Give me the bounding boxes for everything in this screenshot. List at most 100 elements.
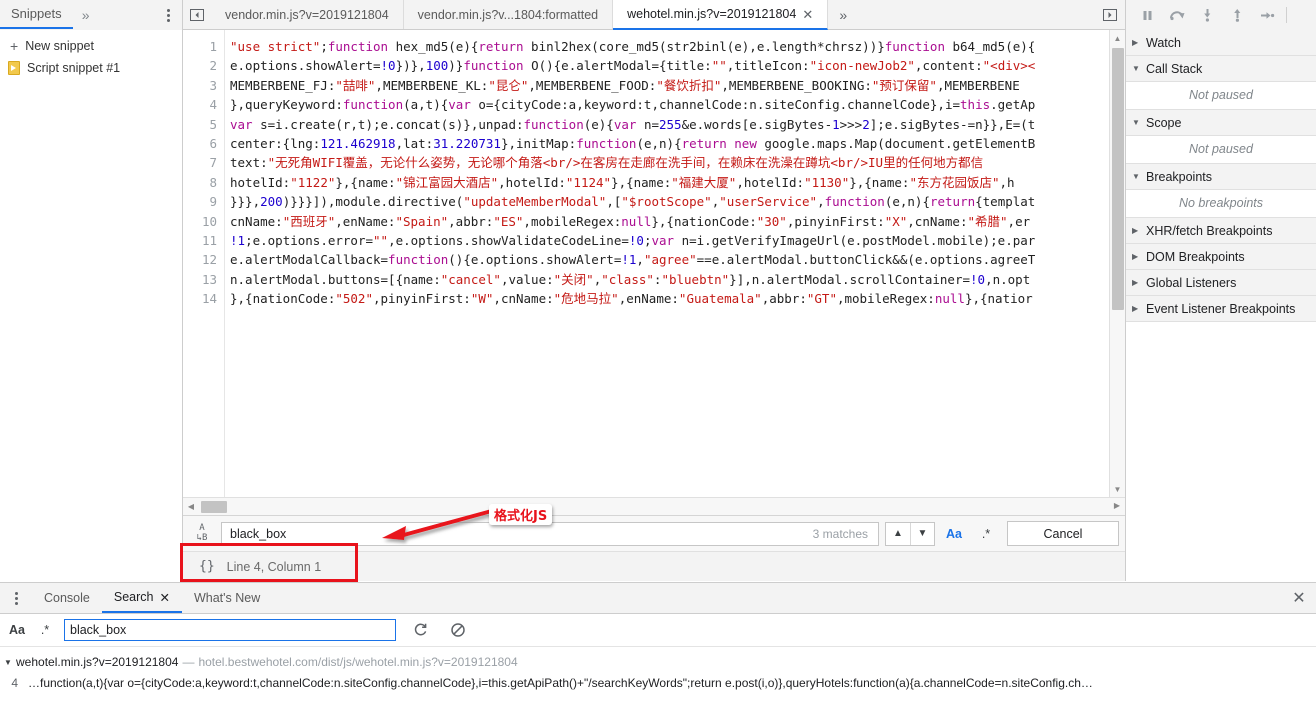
step-into-icon[interactable]: [1192, 2, 1222, 28]
line-number-1[interactable]: 1: [183, 37, 217, 56]
match-case-ab-icon: A ↳B: [196, 523, 208, 543]
section-xhr-breakpoints-label: XHR/fetch Breakpoints: [1146, 223, 1273, 238]
section-global-listeners[interactable]: ▶ Global Listeners: [1126, 270, 1316, 296]
line-number-11[interactable]: 11: [183, 231, 217, 250]
section-global-listeners-label: Global Listeners: [1146, 275, 1237, 290]
editor-horizontal-scrollbar[interactable]: ◀ ▶: [183, 497, 1125, 515]
line-number-5[interactable]: 5: [183, 115, 217, 134]
line-number-14[interactable]: 14: [183, 289, 217, 308]
section-breakpoints-label: Breakpoints: [1146, 169, 1213, 184]
source-tab-1[interactable]: vendor.min.js?v...1804:formatted: [403, 0, 614, 29]
section-event-listener-breakpoints-label: Event Listener Breakpoints: [1146, 301, 1296, 316]
code-line-9[interactable]: }}},200)}}}]),module.directive("updateMe…: [230, 192, 1125, 211]
chevron-down-icon: ▼: [1132, 64, 1140, 73]
section-breakpoints[interactable]: ▼ Breakpoints: [1126, 164, 1316, 190]
source-tabs-more-button[interactable]: »: [828, 0, 858, 29]
chevron-up-icon[interactable]: ▲: [886, 523, 910, 545]
code-line-5[interactable]: var s=i.create(r,t);e.concat(s)},unpad:f…: [230, 115, 1125, 134]
code-line-2[interactable]: e.options.showAlert=!0})},100)}function …: [230, 56, 1125, 75]
chevron-down-icon: ▼: [1132, 172, 1140, 181]
section-event-listener-breakpoints[interactable]: ▶ Event Listener Breakpoints: [1126, 296, 1316, 322]
source-tab-0[interactable]: vendor.min.js?v=2019121804: [211, 0, 404, 29]
section-xhr-breakpoints[interactable]: ▶ XHR/fetch Breakpoints: [1126, 218, 1316, 244]
line-number-3[interactable]: 3: [183, 76, 217, 95]
find-match-count: 3 matches: [812, 526, 868, 541]
toolbar-divider: [1286, 7, 1287, 23]
source-tab-2[interactable]: wehotel.min.js?v=2019121804 ✕: [613, 0, 829, 30]
section-call-stack-label: Call Stack: [1146, 61, 1203, 76]
code-line-7[interactable]: text:"无死角WIFI覆盖，无论什么姿势，无论哪个角落<br/>在客房在走廊…: [230, 153, 1125, 172]
line-number-8[interactable]: 8: [183, 173, 217, 192]
line-number-10[interactable]: 10: [183, 212, 217, 231]
scroll-left-icon[interactable]: ◀: [183, 502, 199, 511]
navigator-header: Snippets »: [0, 0, 183, 30]
find-bar: A ↳B black_box 3 matches ▲ ▼ Aa .* Cancel: [183, 515, 1125, 551]
navigator-menu-button[interactable]: [154, 0, 182, 30]
chevron-down-icon[interactable]: ▼: [910, 522, 934, 545]
line-number-2[interactable]: 2: [183, 56, 217, 75]
code-line-14[interactable]: },{nationCode:"502",pinyinFirst:"W",cnNa…: [230, 289, 1125, 308]
chevron-right-icon: ▶: [1132, 304, 1139, 313]
refresh-icon[interactable]: [406, 622, 434, 638]
chevron-down-icon[interactable]: ▼: [4, 658, 12, 667]
section-watch[interactable]: ▶ Watch: [1126, 30, 1316, 56]
pretty-print-button[interactable]: {}: [189, 559, 215, 574]
drawer-menu-button[interactable]: [0, 583, 32, 613]
line-number-6[interactable]: 6: [183, 134, 217, 153]
scroll-right-icon[interactable]: ▶: [1109, 501, 1125, 510]
close-icon[interactable]: ✕: [159, 590, 169, 605]
find-cancel-button[interactable]: Cancel: [1007, 521, 1119, 546]
code-line-3[interactable]: MEMBERBENE_FJ:"喆啡",MEMBERBENE_KL:"昆仑",ME…: [230, 76, 1125, 95]
search-input[interactable]: black_box: [64, 619, 396, 641]
breakpoints-empty-message: No breakpoints: [1126, 190, 1316, 218]
step-icon[interactable]: [1252, 2, 1282, 28]
close-icon[interactable]: ✕: [802, 8, 813, 21]
code-content[interactable]: "use strict";function hex_md5(e){return …: [225, 30, 1125, 497]
line-number-4[interactable]: 4: [183, 95, 217, 114]
line-number-13[interactable]: 13: [183, 270, 217, 289]
snippet-file-icon: [8, 61, 20, 75]
code-line-1[interactable]: "use strict";function hex_md5(e){return …: [230, 37, 1125, 56]
find-regex-toggle[interactable]: .*: [973, 527, 999, 541]
show-debugger-icon[interactable]: [1095, 0, 1125, 29]
code-line-10[interactable]: cnName:"西班牙",enName:"Spain",abbr:"ES",mo…: [230, 212, 1125, 231]
search-regex-toggle[interactable]: .*: [36, 623, 54, 637]
tab-snippets[interactable]: Snippets: [0, 0, 73, 29]
drawer-close-button[interactable]: ✕: [1282, 583, 1316, 613]
scroll-down-icon[interactable]: ▼: [1110, 481, 1125, 497]
drawer-tab-console[interactable]: Console: [32, 583, 102, 613]
search-result-file[interactable]: ▼ wehotel.min.js?v=2019121804 — hotel.be…: [0, 652, 1316, 672]
step-over-icon[interactable]: [1162, 2, 1192, 28]
new-snippet-button[interactable]: + New snippet: [0, 35, 182, 57]
horizontal-scroll-thumb[interactable]: [201, 500, 227, 513]
line-number-12[interactable]: 12: [183, 250, 217, 269]
editor-vertical-scrollbar[interactable]: ▲ ▼: [1109, 30, 1125, 497]
code-line-12[interactable]: e.alertModalCallback=function(){e.option…: [230, 250, 1125, 269]
pause-icon[interactable]: [1132, 2, 1162, 28]
section-dom-breakpoints[interactable]: ▶ DOM Breakpoints: [1126, 244, 1316, 270]
find-match-case-toggle[interactable]: Aa: [941, 527, 967, 541]
search-match-case-toggle[interactable]: Aa: [8, 623, 26, 637]
vertical-scroll-thumb[interactable]: [1112, 48, 1124, 310]
code-line-8[interactable]: hotelId:"1122"},{name:"锦江富园大酒店",hotelId:…: [230, 173, 1125, 192]
section-scope[interactable]: ▼ Scope: [1126, 110, 1316, 136]
snippet-item-0[interactable]: Script snippet #1: [0, 57, 182, 79]
code-line-6[interactable]: center:{lng:121.462918,lat:31.220731},in…: [230, 134, 1125, 153]
line-number-9[interactable]: 9: [183, 192, 217, 211]
code-line-13[interactable]: n.alertModal.buttons=[{name:"cancel",val…: [230, 270, 1125, 289]
show-navigator-icon[interactable]: [183, 0, 211, 29]
drawer-tab-whats-new[interactable]: What's New: [182, 583, 272, 613]
line-number-7[interactable]: 7: [183, 153, 217, 172]
search-result-match[interactable]: 4 …function(a,t){var o={cityCode:a,keywo…: [0, 672, 1316, 693]
section-call-stack[interactable]: ▼ Call Stack: [1126, 56, 1316, 82]
drawer-tab-search[interactable]: Search ✕: [101, 583, 182, 613]
code-line-11[interactable]: !1;e.options.error="",e.options.showVali…: [230, 231, 1125, 250]
find-input[interactable]: black_box 3 matches: [221, 521, 879, 546]
scroll-up-icon[interactable]: ▲: [1110, 30, 1125, 46]
line-number-gutter: 1 2 3 4 5 6 7 8 9 10 11 12 13 14: [183, 30, 225, 497]
step-out-icon[interactable]: [1222, 2, 1252, 28]
navigator-more-tabs-button[interactable]: »: [73, 0, 99, 30]
code-line-4[interactable]: },queryKeyword:function(a,t){var o={city…: [230, 95, 1125, 114]
code-editor[interactable]: 1 2 3 4 5 6 7 8 9 10 11 12 13 14 "use strict";functio…: [183, 30, 1125, 497]
clear-icon[interactable]: [444, 622, 472, 638]
